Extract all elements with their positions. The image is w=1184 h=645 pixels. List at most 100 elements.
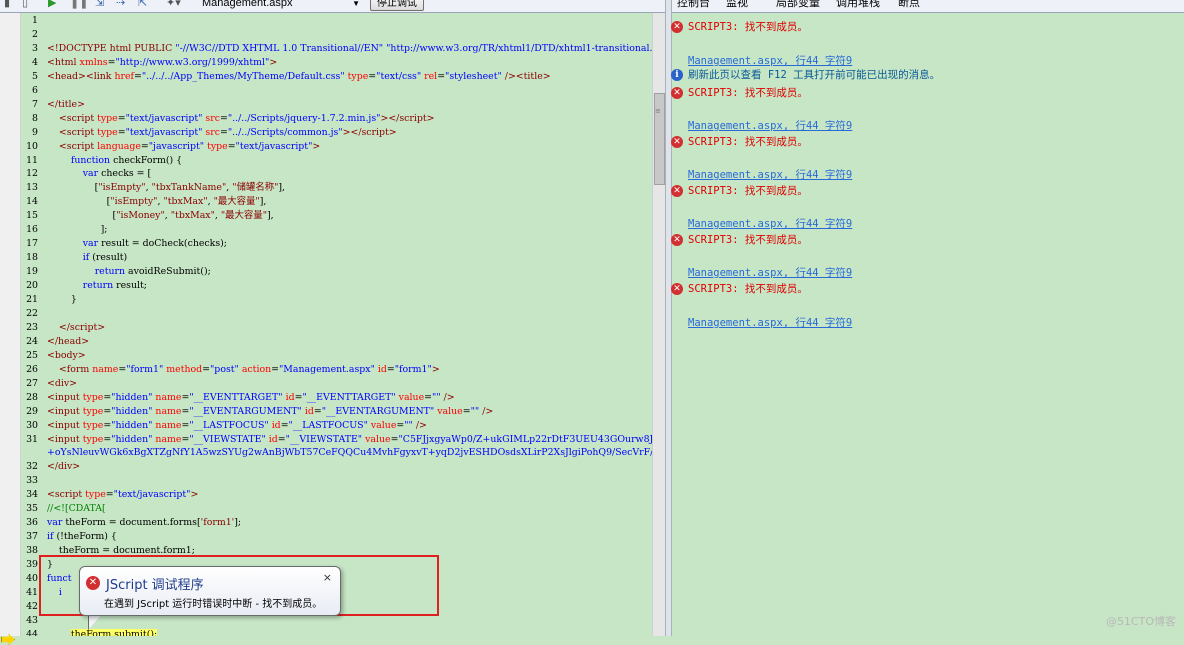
line-number: 33 bbox=[26, 475, 38, 487]
line-number: 32 bbox=[26, 461, 38, 473]
code-line[interactable]: 28 <input type="hidden" name="__EVENTTARG… bbox=[21, 391, 652, 405]
code-text: <div> bbox=[47, 377, 78, 389]
code-line[interactable]: 10 <script language="javascript" type="t… bbox=[21, 140, 652, 154]
line-number: 21 bbox=[26, 294, 38, 305]
code-line[interactable]: 29 <input type="hidden" name="__EVENTARGU… bbox=[21, 405, 652, 419]
code-text: var theForm = document.forms['form1']; bbox=[47, 517, 242, 529]
grip-icon: ≡ bbox=[655, 107, 661, 115]
step-over-icon[interactable]: ⇢ bbox=[116, 0, 125, 10]
code-line[interactable]: 18 if (result) bbox=[21, 251, 652, 265]
code-line[interactable]: 14 ["isEmpty", "tbxMax", "最大容量"], bbox=[21, 195, 652, 209]
pause-icon[interactable]: ❚❚ bbox=[70, 0, 88, 10]
code-line[interactable]: 37 if (!theForm) { bbox=[21, 530, 652, 544]
close-icon[interactable]: × bbox=[323, 571, 332, 584]
tab-locals[interactable]: 局部变量 bbox=[776, 0, 820, 10]
line-number: 27 bbox=[26, 377, 38, 389]
console-error: ✕ SCRIPT3: 找不到成员。 bbox=[670, 135, 1184, 149]
source-link[interactable]: Management.aspx, 行44 字符9 bbox=[688, 266, 852, 280]
code-text: <script type="text/javascript" src="../.… bbox=[58, 126, 397, 138]
line-number: 40 bbox=[26, 573, 38, 584]
code-line[interactable]: 3 <!DOCTYPE html PUBLIC "-//W3C//DTD XHTM… bbox=[21, 42, 652, 56]
code-line[interactable]: 7 </title> bbox=[21, 98, 652, 112]
code-line[interactable]: 34 <script type="text/javascript"> bbox=[21, 488, 652, 502]
code-line[interactable]: 13 ["isEmpty", "tbxTankName", "储罐名称"], bbox=[21, 181, 652, 195]
source-link[interactable]: Management.aspx, 行44 字符9 bbox=[688, 54, 852, 68]
code-line[interactable]: 35 //<![CDATA[ bbox=[21, 502, 652, 516]
code-line[interactable]: +oYsNleuvWGk6xBgXTZgNfY1A5wzSYUg2wAnBjWb… bbox=[21, 446, 652, 460]
chevron-down-icon: ▼ bbox=[352, 0, 360, 8]
code-line[interactable]: 8 <script type="text/javascript" src="..… bbox=[21, 112, 652, 126]
tab-watch[interactable]: 监视 bbox=[726, 0, 748, 10]
code-line[interactable]: 31 <input type="hidden" name="__VIEWSTATE… bbox=[21, 433, 652, 447]
code-line[interactable]: 16 ]; bbox=[21, 223, 652, 237]
code-line[interactable]: 1 bbox=[21, 14, 652, 28]
code-text: <!DOCTYPE html PUBLIC "-//W3C//DTD XHTML… bbox=[47, 42, 652, 54]
code-line[interactable]: 21 } bbox=[21, 293, 652, 307]
code-line[interactable]: 30 <input type="hidden" name="__LASTFOCUS… bbox=[21, 419, 652, 433]
code-line[interactable]: 44 theForm.submit(); bbox=[21, 628, 652, 636]
source-link[interactable]: Management.aspx, 行44 字符9 bbox=[688, 168, 852, 182]
code-text: <form name="form1" method="post" action=… bbox=[58, 363, 440, 375]
line-number: 23 bbox=[26, 321, 38, 333]
tab-breakpoints[interactable]: 断点 bbox=[898, 0, 920, 10]
file-selector-label: Management.aspx bbox=[202, 0, 293, 9]
line-number: 6 bbox=[32, 84, 38, 96]
code-line[interactable]: 9 <script type="text/javascript" src="..… bbox=[21, 126, 652, 140]
code-line[interactable]: 20 return result; bbox=[21, 279, 652, 293]
editor-scrollbar[interactable]: ≡ bbox=[652, 13, 665, 636]
line-number: 16 bbox=[26, 224, 38, 236]
code-line[interactable]: 11 function checkForm() { bbox=[21, 154, 652, 168]
code-text: ]; bbox=[47, 224, 108, 236]
code-line[interactable]: 27 <div> bbox=[21, 377, 652, 391]
line-number: 35 bbox=[26, 503, 38, 515]
step-out-icon[interactable]: ⇱ bbox=[138, 0, 147, 10]
file-selector[interactable]: Management.aspx ▼ bbox=[202, 0, 360, 10]
code-line[interactable]: 25 <body> bbox=[21, 349, 652, 363]
source-link[interactable]: Management.aspx, 行44 字符9 bbox=[688, 119, 852, 133]
code-text: } bbox=[47, 294, 77, 305]
code-line[interactable]: 26 <form name="form1" method="post" acti… bbox=[21, 363, 652, 377]
line-number: 36 bbox=[26, 517, 38, 529]
error-message: SCRIPT3: 找不到成员。 bbox=[688, 283, 808, 295]
code-text: ["isEmpty", "tbxMax", "最大容量"], bbox=[47, 196, 267, 208]
source-link[interactable]: Management.aspx, 行44 字符9 bbox=[688, 316, 852, 330]
breakpoint-toggle-icon[interactable]: ▯ bbox=[22, 0, 28, 10]
stop-debugging-button[interactable]: 停止调试 bbox=[370, 0, 424, 11]
console-source-link: Management.aspx, 行44 字符9 bbox=[670, 168, 1184, 182]
code-line[interactable]: 6 bbox=[21, 84, 652, 98]
source-code-editor[interactable]: 1 2 3 <!DOCTYPE html PUBLIC "-//W3C//DTD XH… bbox=[21, 13, 652, 636]
line-number: 28 bbox=[26, 391, 38, 403]
error-message: SCRIPT3: 找不到成员。 bbox=[688, 234, 808, 246]
code-line[interactable]: 12 var checks = [ bbox=[21, 167, 652, 181]
error-message: SCRIPT3: 找不到成员。 bbox=[688, 185, 808, 197]
code-line[interactable]: 33 bbox=[21, 474, 652, 488]
code-line[interactable]: 15 ["isMoney", "tbxMax", "最大容量"], bbox=[21, 209, 652, 223]
error-icon: ✕ bbox=[671, 234, 683, 246]
code-line[interactable]: 19 return avoidReSubmit(); bbox=[21, 265, 652, 279]
source-link[interactable]: Management.aspx, 行44 字符9 bbox=[688, 217, 852, 231]
line-number: 1 bbox=[32, 15, 38, 26]
code-line[interactable]: 23 </script> bbox=[21, 321, 652, 335]
error-icon: ✕ bbox=[671, 283, 683, 295]
code-text: var checks = [ bbox=[82, 168, 152, 180]
tab-call-stack[interactable]: 调用堆栈 bbox=[836, 0, 880, 10]
tools-icon[interactable]: ✦▾ bbox=[166, 0, 181, 10]
line-number: 2 bbox=[32, 28, 38, 40]
code-line[interactable]: 2 bbox=[21, 28, 652, 42]
balloon-title: JScript 调试程序 bbox=[106, 578, 204, 593]
step-icon[interactable]: ▮ bbox=[4, 0, 10, 10]
code-line[interactable]: 17 var result = doCheck(checks); bbox=[21, 237, 652, 251]
tab-console[interactable]: 控制台 bbox=[677, 0, 710, 10]
code-text: <script language="javascript" type="text… bbox=[58, 140, 321, 152]
step-into-icon[interactable]: ⇲ bbox=[95, 0, 104, 10]
code-line[interactable]: 36 var theForm = document.forms['form1']; bbox=[21, 516, 652, 530]
code-text: </title> bbox=[47, 98, 85, 110]
editor-gutter[interactable] bbox=[0, 13, 21, 645]
code-line[interactable]: 22 bbox=[21, 307, 652, 321]
code-line[interactable]: 32 </div> bbox=[21, 460, 652, 474]
code-line[interactable]: 5 <head><link href="../../../App_Themes/M… bbox=[21, 70, 652, 84]
code-line[interactable]: 24 </head> bbox=[21, 335, 652, 349]
continue-icon[interactable]: ▶ bbox=[48, 0, 56, 10]
code-text: function checkForm() { bbox=[70, 154, 183, 166]
code-line[interactable]: 4 <html xmlns="http://www.w3.org/1999/xht… bbox=[21, 56, 652, 70]
